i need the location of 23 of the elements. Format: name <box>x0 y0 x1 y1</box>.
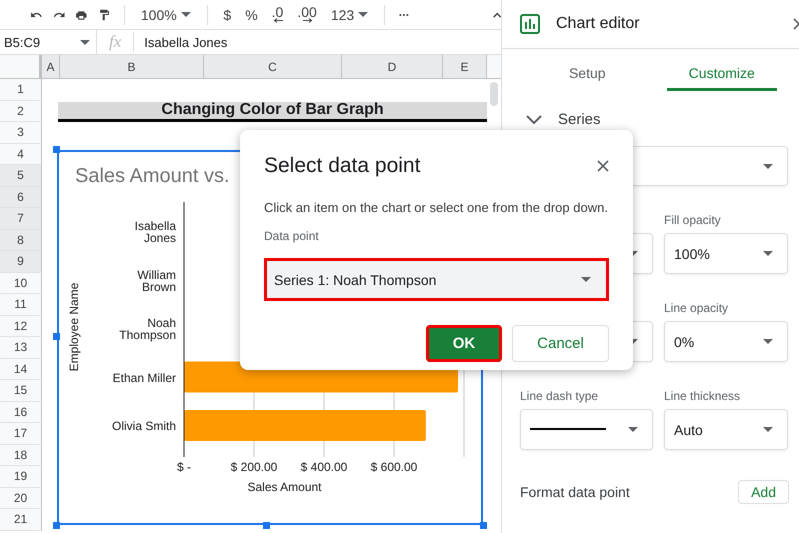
section-title: Format data point <box>520 484 630 500</box>
category-label: William Brown <box>136 266 176 296</box>
field-label: Fill opacity <box>664 213 722 229</box>
category-label: Ethan Miller <box>112 370 176 387</box>
axis-tick-label: $ 200.00 <box>230 460 278 474</box>
title-cell: Changing Color of Bar Graph <box>58 102 487 122</box>
category-label: Olivia Smith <box>110 418 176 436</box>
axis-tick-label: $ 600.00 <box>370 460 418 474</box>
axis-title: Sales Amount <box>247 480 322 494</box>
panel-title: Chart editor <box>556 15 640 33</box>
field-label: Line dash type <box>520 389 600 405</box>
category-label: Noah Thompson <box>118 315 176 344</box>
dialog-title: Select data point <box>264 154 420 178</box>
axis-tick-label: $ - <box>177 460 191 474</box>
field-label: Line opacity <box>664 301 730 317</box>
field-label: Data point <box>264 229 320 243</box>
field-label: Line thickness <box>664 389 742 405</box>
category-label: Isabella Jones <box>134 218 176 248</box>
chart-title: Sales Amount vs. <box>75 165 230 187</box>
axis-tick-label: $ 400.00 <box>300 460 348 474</box>
function-label: fx <box>97 32 134 52</box>
axis-title: Employee Name <box>67 282 81 372</box>
dialog-hint: Click an item on the chart or select one from the drop down. <box>264 200 609 215</box>
